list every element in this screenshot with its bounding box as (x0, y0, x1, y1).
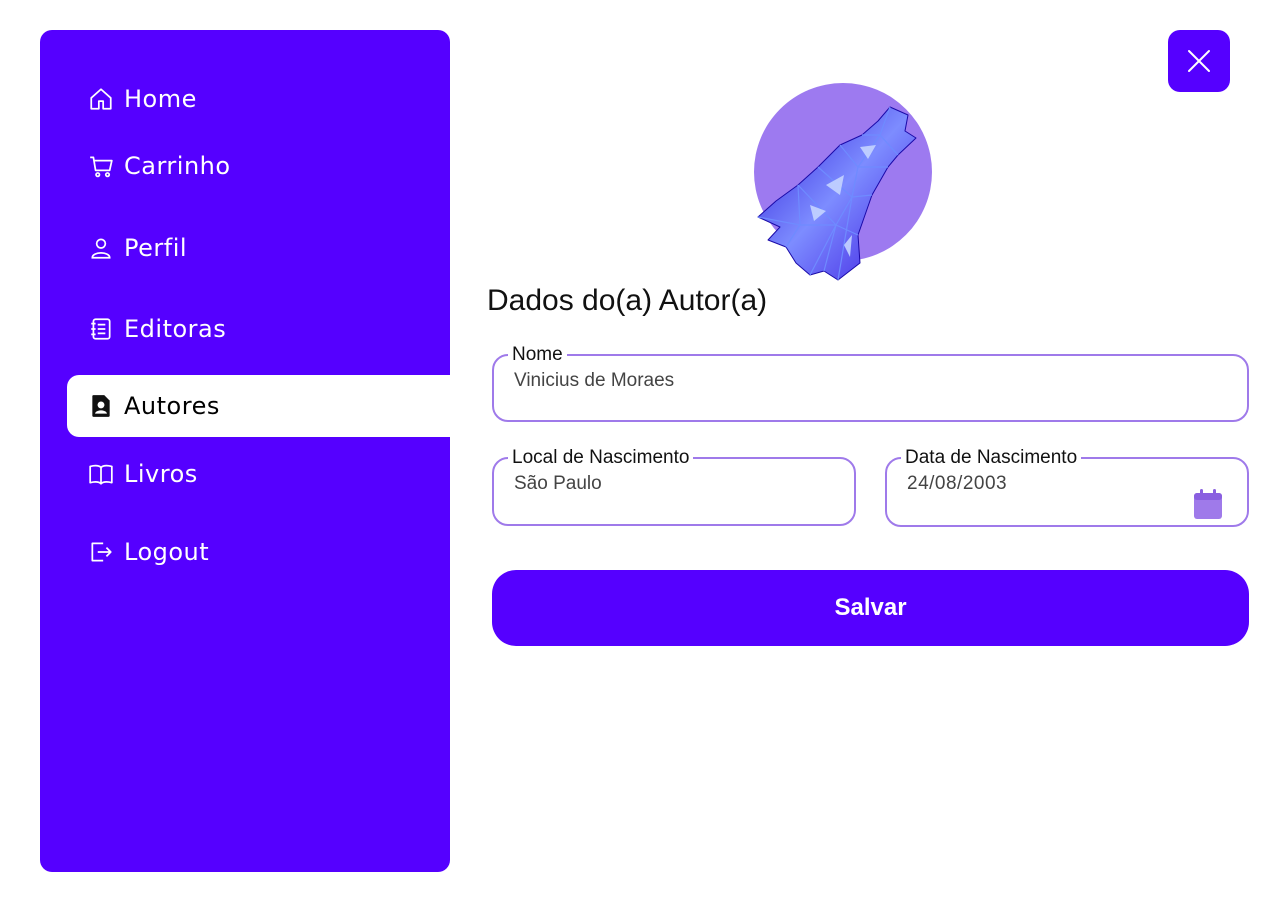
data-field-group: Data de Nascimento (885, 447, 1249, 527)
sidebar-item-livros[interactable]: Livros (40, 443, 450, 505)
close-icon (1188, 50, 1210, 72)
user-icon (88, 235, 114, 261)
data-label: Data de Nascimento (905, 447, 1078, 468)
sidebar-item-carrinho[interactable]: Carrinho (40, 135, 450, 197)
sidebar: Home Carrinho Perfil Editoras Autores Li… (40, 30, 450, 872)
sidebar-item-label: Home (124, 85, 197, 113)
save-button[interactable]: Salvar (492, 570, 1249, 646)
nome-field-group: Nome (492, 344, 1249, 422)
sidebar-item-logout[interactable]: Logout (40, 521, 450, 583)
home-icon (88, 86, 114, 112)
sidebar-item-editoras[interactable]: Editoras (40, 298, 450, 360)
sidebar-item-label: Carrinho (124, 152, 231, 180)
close-button[interactable] (1168, 30, 1230, 92)
sidebar-item-label: Logout (124, 538, 210, 566)
page-title: Dados do(a) Autor(a) (487, 284, 768, 317)
logout-icon (88, 539, 114, 565)
sidebar-item-home[interactable]: Home (40, 68, 450, 130)
author-badge-icon (88, 393, 114, 419)
notebook-icon (88, 316, 114, 342)
sidebar-item-label: Perfil (124, 234, 188, 262)
local-field-group: Local de Nascimento (492, 447, 856, 526)
data-nascimento-input[interactable] (907, 473, 1227, 495)
book-icon (88, 461, 114, 487)
cart-icon (88, 153, 114, 179)
author-avatar (754, 83, 932, 281)
sidebar-item-label: Editoras (124, 315, 227, 343)
calendar-icon[interactable] (1191, 487, 1225, 521)
local-nascimento-input[interactable] (514, 473, 834, 495)
sidebar-item-label: Autores (124, 392, 220, 420)
nome-input[interactable] (514, 370, 1227, 392)
sidebar-item-autores[interactable]: Autores (67, 375, 450, 437)
local-label: Local de Nascimento (512, 447, 690, 468)
sidebar-item-label: Livros (124, 460, 198, 488)
sidebar-item-perfil[interactable]: Perfil (40, 217, 450, 279)
nome-label: Nome (512, 344, 563, 365)
